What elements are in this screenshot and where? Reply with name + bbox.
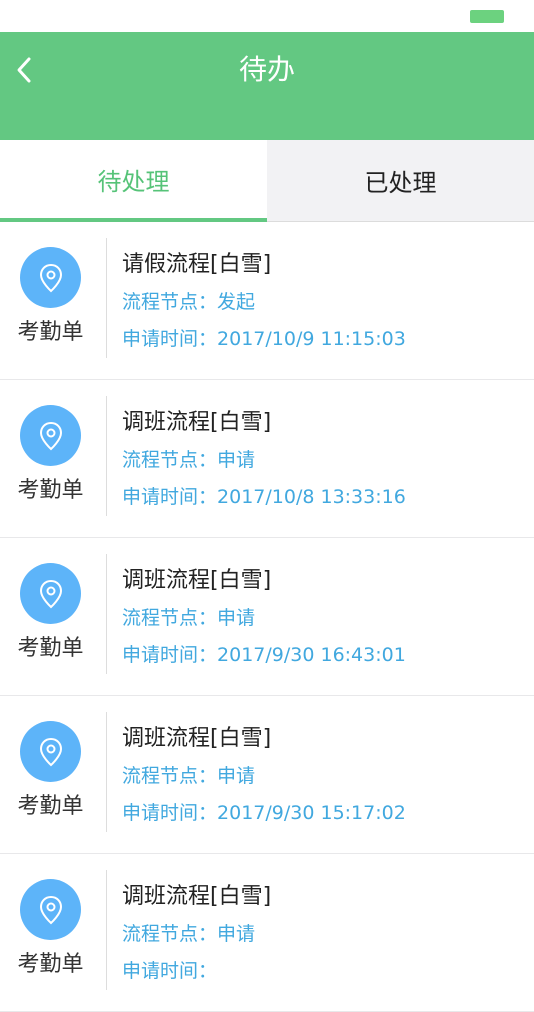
item-type-label: 考勤单: [17, 636, 84, 661]
location-pin-icon: [20, 563, 81, 624]
item-type-label: 考勤单: [17, 952, 84, 977]
list-item[interactable]: 考勤单 调班流程[白雪] 流程节点：申请 申请时间：2017/9/30 16:4…: [0, 538, 534, 696]
item-time-value: 2017/10/9 11:15:03: [217, 328, 406, 350]
item-title: 调班流程[白雪]: [122, 568, 272, 593]
page-title: 待办: [238, 53, 295, 86]
item-time-label: 申请时间：: [122, 802, 218, 824]
item-node: 流程节点：申请: [122, 446, 255, 474]
item-divider: [106, 870, 107, 990]
item-icon-area: 考勤单: [0, 696, 106, 854]
item-time: 申请时间：2017/10/8 13:33:16: [122, 483, 406, 511]
item-node: 流程节点：申请: [122, 762, 255, 790]
item-divider: [106, 712, 107, 832]
item-time-value: 2017/10/8 13:33:16: [217, 486, 406, 508]
item-time: 申请时间：2017/10/9 11:15:03: [122, 325, 406, 353]
item-time: 申请时间：: [122, 957, 217, 985]
list-item[interactable]: 考勤单 调班流程[白雪] 流程节点：申请 申请时间：2017/10/8 13:3…: [0, 380, 534, 538]
list-item[interactable]: 考勤单 调班流程[白雪] 流程节点：申请 申请时间：: [0, 854, 534, 1012]
item-node-value: 申请: [217, 449, 256, 471]
item-title: 调班流程[白雪]: [122, 410, 272, 435]
item-node-value: 申请: [217, 923, 256, 945]
nav-title-area: 待办: [0, 0, 534, 140]
item-time-value: 2017/9/30 15:17:02: [217, 802, 406, 824]
item-icon-area: 考勤单: [0, 380, 106, 538]
location-pin-icon: [20, 405, 81, 466]
location-pin-icon: [20, 879, 81, 940]
item-icon-area: 考勤单: [0, 222, 106, 380]
item-divider: [106, 554, 107, 674]
item-node-label: 流程节点：: [122, 291, 218, 313]
item-divider: [106, 396, 107, 516]
item-time-label: 申请时间：: [122, 328, 218, 350]
item-icon-area: 考勤单: [0, 854, 106, 1012]
item-node-value: 申请: [217, 607, 256, 629]
item-type-label: 考勤单: [17, 794, 84, 819]
chevron-left-icon: [17, 57, 31, 83]
location-pin-icon: [20, 247, 81, 308]
item-node-value: 发起: [217, 291, 256, 313]
item-node-label: 流程节点：: [122, 449, 218, 471]
item-time-label: 申请时间：: [122, 960, 218, 982]
item-time-label: 申请时间：: [122, 644, 218, 666]
item-node-label: 流程节点：: [122, 765, 218, 787]
item-node: 流程节点：发起: [122, 288, 255, 316]
list-item[interactable]: 考勤单 调班流程[白雪] 流程节点：申请 申请时间：2017/9/30 15:1…: [0, 696, 534, 854]
tab-bar: 待处理 已处理: [0, 140, 534, 222]
list-item[interactable]: 考勤单 请假流程[白雪] 流程节点：发起 申请时间：2017/10/9 11:1…: [0, 222, 534, 380]
item-node: 流程节点：申请: [122, 920, 255, 948]
item-time: 申请时间：2017/9/30 15:17:02: [122, 799, 406, 827]
tab-processed[interactable]: 已处理: [267, 140, 534, 222]
item-title: 请假流程[白雪]: [122, 252, 272, 277]
item-divider: [106, 238, 107, 358]
item-node: 流程节点：申请: [122, 604, 255, 632]
item-title: 调班流程[白雪]: [122, 884, 272, 909]
item-type-label: 考勤单: [17, 478, 84, 503]
item-title: 调班流程[白雪]: [122, 726, 272, 751]
item-icon-area: 考勤单: [0, 538, 106, 696]
item-time: 申请时间：2017/9/30 16:43:01: [122, 641, 406, 669]
item-time-label: 申请时间：: [122, 486, 218, 508]
item-type-label: 考勤单: [17, 320, 84, 345]
back-button[interactable]: [6, 52, 42, 88]
item-node-label: 流程节点：: [122, 607, 218, 629]
todo-list: 考勤单 请假流程[白雪] 流程节点：发起 申请时间：2017/10/9 11:1…: [0, 222, 534, 1012]
tab-pending[interactable]: 待处理: [0, 140, 267, 222]
location-pin-icon: [20, 721, 81, 782]
item-node-value: 申请: [217, 765, 256, 787]
item-time-value: 2017/9/30 16:43:01: [217, 644, 406, 666]
item-node-label: 流程节点：: [122, 923, 218, 945]
